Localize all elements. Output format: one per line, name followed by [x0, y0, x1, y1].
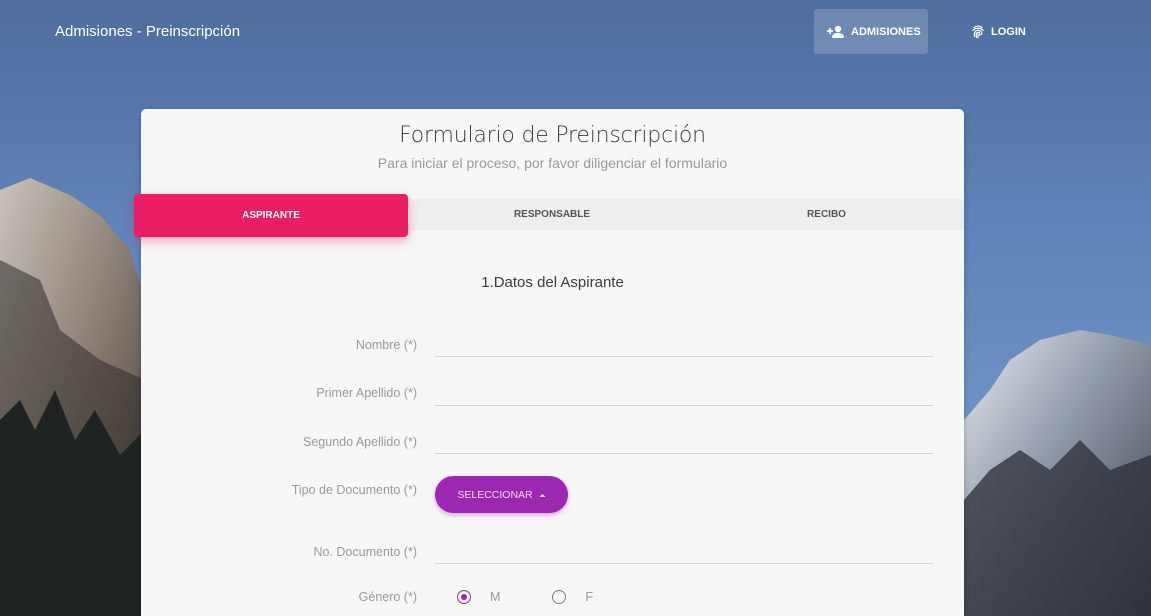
fingerprint-icon: [971, 25, 985, 39]
genero-radio-group: M F: [457, 588, 593, 606]
nav-admisiones-button[interactable]: ADMISIONES: [814, 9, 928, 54]
radio-checked-icon[interactable]: [457, 590, 471, 604]
section-title: 1.Datos del Aspirante: [481, 274, 624, 291]
primer-apellido-input[interactable]: [435, 378, 933, 406]
tab-aspirante[interactable]: ASPIRANTE: [134, 194, 408, 237]
form-tabs: ASPIRANTE RESPONSABLE RECIBO: [134, 194, 964, 237]
tab-responsable[interactable]: RESPONSABLE: [415, 199, 689, 230]
form-title: Formulario de Preinscripción: [399, 123, 706, 148]
segundo-apellido-input[interactable]: [435, 426, 933, 454]
tipo-documento-select-button[interactable]: SELECCIONAR: [435, 476, 568, 513]
nav-login-label: LOGIN: [991, 25, 1026, 38]
nav-login-button[interactable]: LOGIN: [958, 9, 1039, 54]
nombre-input[interactable]: [435, 329, 933, 357]
caret-up-icon: [539, 489, 546, 501]
segundo-apellido-label: Segundo Apellido (*): [303, 435, 417, 449]
tab-recibo[interactable]: RECIBO: [689, 199, 964, 230]
top-navbar: Admisiones - Preinscripción ADMISIONES L…: [0, 0, 1151, 62]
primer-apellido-label: Primer Apellido (*): [316, 386, 417, 400]
nombre-label: Nombre (*): [355, 338, 417, 352]
tipo-documento-label: Tipo de Documento (*): [291, 483, 417, 497]
genero-option-m[interactable]: M: [457, 590, 500, 604]
radio-unchecked-icon[interactable]: [552, 590, 567, 604]
genero-option-f[interactable]: F: [552, 590, 593, 604]
genero-option-m-label: M: [490, 590, 501, 604]
nav-admisiones-label: ADMISIONES: [851, 25, 921, 38]
brand-title[interactable]: Admisiones - Preinscripción: [55, 23, 240, 40]
genero-option-f-label: F: [585, 590, 594, 604]
no-documento-label: No. Documento (*): [313, 545, 417, 559]
select-button-label: SELECCIONAR: [457, 488, 533, 501]
person-add-icon: [827, 25, 845, 39]
no-documento-input[interactable]: [435, 536, 933, 564]
genero-label: Género (*): [358, 590, 417, 604]
preinscription-form-card: Formulario de Preinscripción Para inicia…: [134, 109, 964, 616]
form-subtitle: Para iniciar el proceso, por favor dilig…: [377, 155, 728, 171]
